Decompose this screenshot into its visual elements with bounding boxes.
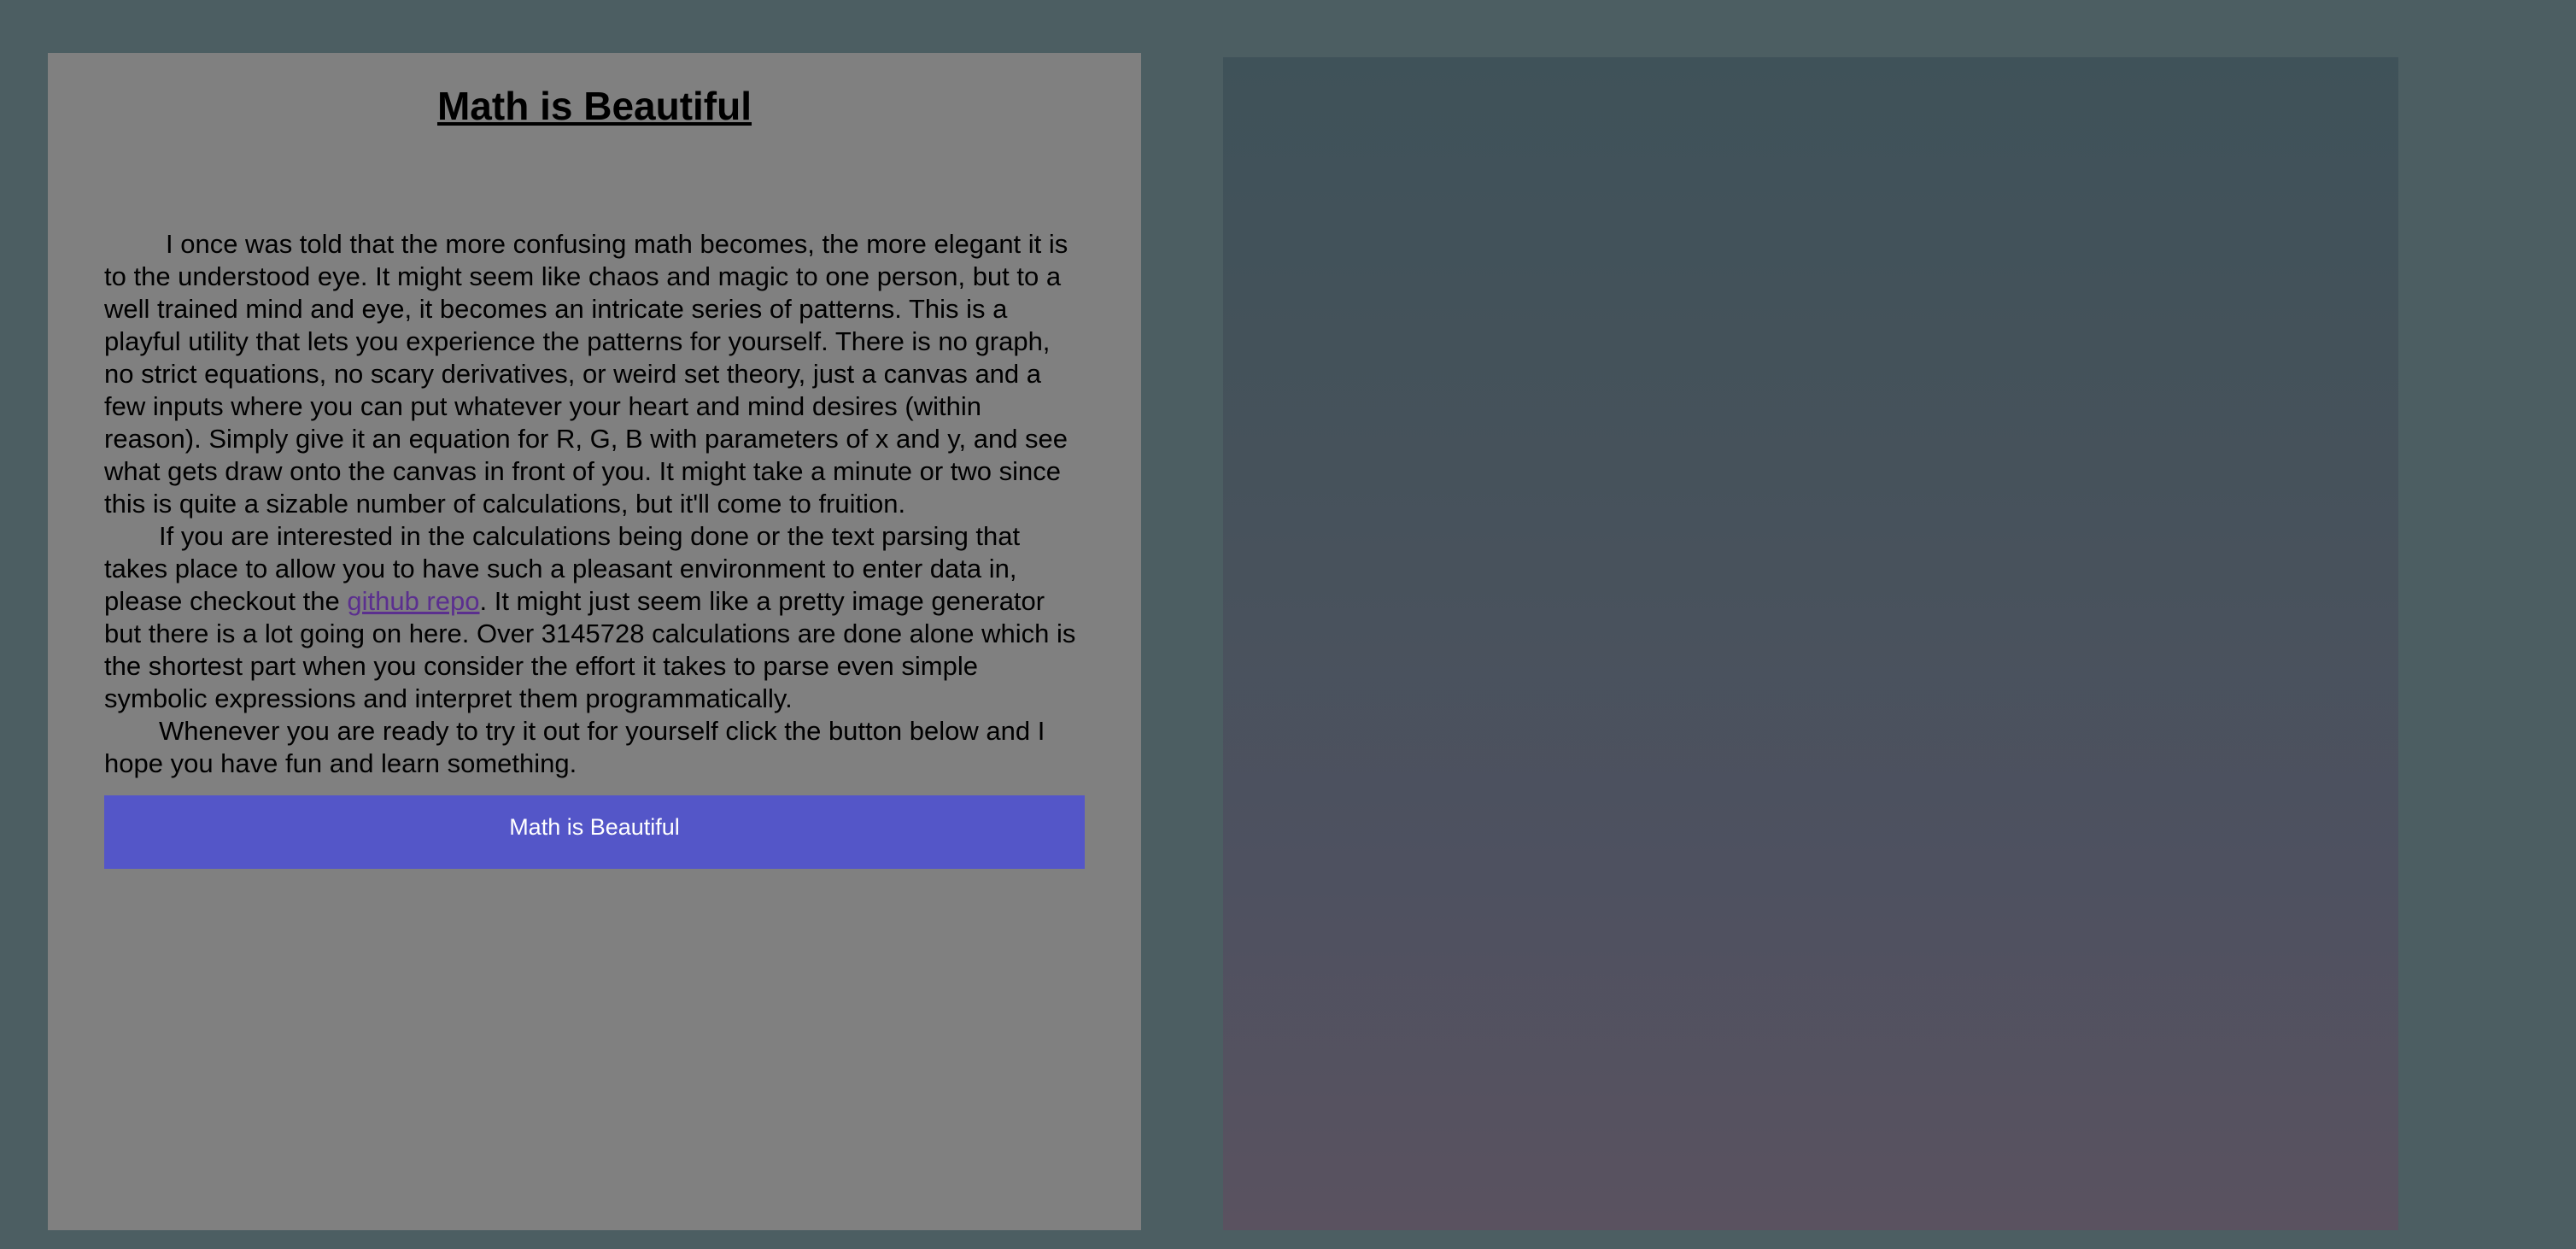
- intro-panel: Math is Beautiful I once was told that t…: [48, 53, 1141, 1230]
- page-title: Math is Beautiful: [436, 84, 752, 128]
- intro-paragraph-2: If you are interested in the calculation…: [104, 520, 1085, 715]
- intro-text: I once was told that the more confusing …: [104, 228, 1085, 780]
- intro-paragraph-3: Whenever you are ready to try it out for…: [104, 715, 1045, 778]
- drawing-canvas: [1223, 57, 2398, 1230]
- intro-paragraph-1: I once was told that the more confusing …: [104, 228, 1068, 519]
- github-repo-link[interactable]: github repo: [347, 586, 479, 616]
- math-is-beautiful-button[interactable]: Math is Beautiful: [104, 795, 1085, 869]
